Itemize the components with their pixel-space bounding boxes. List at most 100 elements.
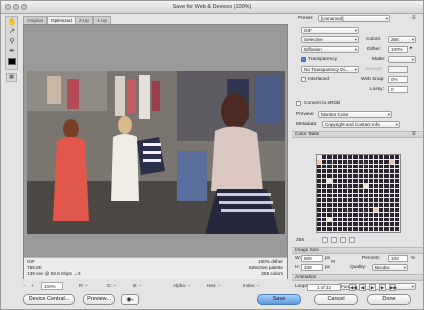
convert-srgb-checkbox[interactable] [296,101,301,106]
next-frame-icon[interactable]: ▶ [379,284,386,291]
prev-frame-icon[interactable]: ◀ [359,284,366,291]
new-color-icon[interactable] [340,237,346,243]
metadata-select[interactable]: Copyright and Contact Info [322,121,400,128]
zoom-in-icon[interactable]: + [31,282,39,290]
save-for-web-dialog: Save for Web & Devices (100%) ✋ ↗ ⚲ ✒ ▦ … [0,0,424,310]
transparency-label: Transparency [308,57,338,62]
dither-algorithm-select[interactable]: Diffusion [301,46,359,53]
animation-controls: ◀◀ ◀ ▶ ▶ ▶▶ [349,284,419,292]
quality-label: Quality: [350,265,367,270]
settings-panel: Preset: [Unnamed] ≡ GIF Selective Colors… [292,15,423,293]
preset-label: Preset: [298,16,314,21]
height-unit: px [325,265,331,270]
readout-alpha: Alpha: -- [173,283,191,288]
window-title: Save for Web & Devices (100%) [172,4,252,10]
preview-color-select[interactable]: Monitor Color [318,111,392,118]
preview-button[interactable]: Preview... [83,294,115,305]
preset-select[interactable]: [Unnamed] [318,15,390,22]
panel-menu-icon[interactable]: ≡ [412,15,416,21]
convert-srgb-label: Convert to sRGB [304,101,341,106]
color-swatch[interactable] [394,227,400,232]
done-button[interactable]: Done [367,294,411,305]
websnap-field[interactable]: 0% [388,76,408,83]
transparency-checkbox[interactable] [301,57,306,62]
tab-optimized[interactable]: Optimized [47,16,76,24]
format-select[interactable]: GIF [301,27,359,34]
info-format: GIF [27,259,35,264]
optimized-preview[interactable]: GIF 765.8K 139 sec @ 56.6 Kbps →≡ 100% d… [23,24,288,279]
dither-slider-arrow-icon[interactable]: ▸ [410,46,412,51]
preview-browser-select[interactable]: ◉▾ [121,294,139,305]
interlaced-label: Interlaced [308,77,330,82]
zoom-out-icon[interactable]: − [23,282,31,290]
color-count: 256 [296,238,305,243]
preview-label: Preview: [296,112,315,117]
lossy-field[interactable]: 0 [388,86,408,93]
info-palette: Selective palette [248,265,283,270]
percent-field[interactable]: 100 [388,255,408,262]
color-table-title: Color Table [295,132,320,137]
metadata-label: Metadata: [296,122,318,127]
matte-label: Matte: [372,57,386,62]
eyedropper-color-swatch[interactable] [8,58,16,65]
readout-g: G: -- [107,283,117,288]
info-download-time[interactable]: 139 sec @ 56.6 Kbps →≡ [27,271,81,276]
last-frame-icon[interactable]: ▶▶ [389,284,397,291]
readout-index: Index: -- [243,283,260,288]
image-size-title: Image Size [295,248,319,253]
lossy-label: Lossy: [370,87,384,92]
toolbox: ✋ ↗ ⚲ ✒ [5,16,18,70]
chevron-down-icon: ▾ [131,297,134,302]
width-field[interactable]: 600 [301,255,323,262]
colors-select[interactable]: 256 [388,36,416,43]
color-table-grid[interactable] [316,154,401,233]
web-shift-icon[interactable] [322,237,328,243]
dither-field[interactable]: 100% [388,46,408,53]
play-icon[interactable]: ▶ [369,284,376,291]
toggle-slices-icon[interactable]: ▦ [6,73,17,82]
tab-4-up[interactable]: 4-Up [93,16,111,24]
title-bar: Save for Web & Devices (100%) [1,1,423,14]
websnap-label: Web Snap: [361,77,385,82]
image-size-header: Image Size [292,247,423,254]
width-label: W: [295,256,301,261]
matte-select[interactable] [388,56,416,63]
quality-select[interactable]: Bicubic [372,264,408,271]
amount-field [388,66,408,73]
info-dither: 100% dither [257,259,283,264]
height-field[interactable]: 338 [301,264,323,271]
link-chain-icon[interactable]: ∞ [331,259,335,265]
animation-header: Animation [292,274,423,281]
colors-label: Colors: [366,37,382,42]
color-table-header: Color Table [292,131,423,138]
delete-color-icon[interactable] [349,237,355,243]
color-table-menu-icon[interactable]: ≡ [412,131,416,137]
save-button[interactable]: Save [257,294,301,305]
width-unit: px [325,256,331,261]
transparency-dither-select[interactable]: No Transparency Di... [301,66,359,73]
preview-image [27,71,285,234]
device-central-button[interactable]: Device Central... [23,294,75,305]
readout-hex: Hex: -- [207,283,221,288]
hand-icon[interactable]: ✋ [7,18,17,27]
tab-original[interactable]: Original [23,16,47,24]
first-frame-icon[interactable]: ◀◀ [349,284,357,291]
cancel-button[interactable]: Cancel [314,294,358,305]
interlaced-checkbox[interactable] [301,77,306,82]
lock-color-icon[interactable] [331,237,337,243]
readout-b: B: -- [133,283,142,288]
slice-select-icon[interactable]: ↗ [7,27,17,36]
info-file-size: 765.8K [27,265,42,270]
amount-label: Amount: [365,67,383,72]
readout-r: R: -- [79,283,88,288]
reduction-select[interactable]: Selective [301,36,359,43]
info-colors: 256 colors [261,271,283,276]
preview-photo-art [27,71,285,234]
zoom-icon[interactable]: ⚲ [7,37,17,46]
tab-2-up[interactable]: 2-Up [75,16,93,24]
zoom-level-select[interactable]: 100% [41,282,63,290]
eyedropper-icon[interactable]: ✒ [7,47,17,56]
status-bar: − + 100% R: -- G: -- B: -- Alpha: -- Hex… [23,282,288,291]
height-label: H: [295,265,300,270]
percent-unit: % [411,256,416,261]
